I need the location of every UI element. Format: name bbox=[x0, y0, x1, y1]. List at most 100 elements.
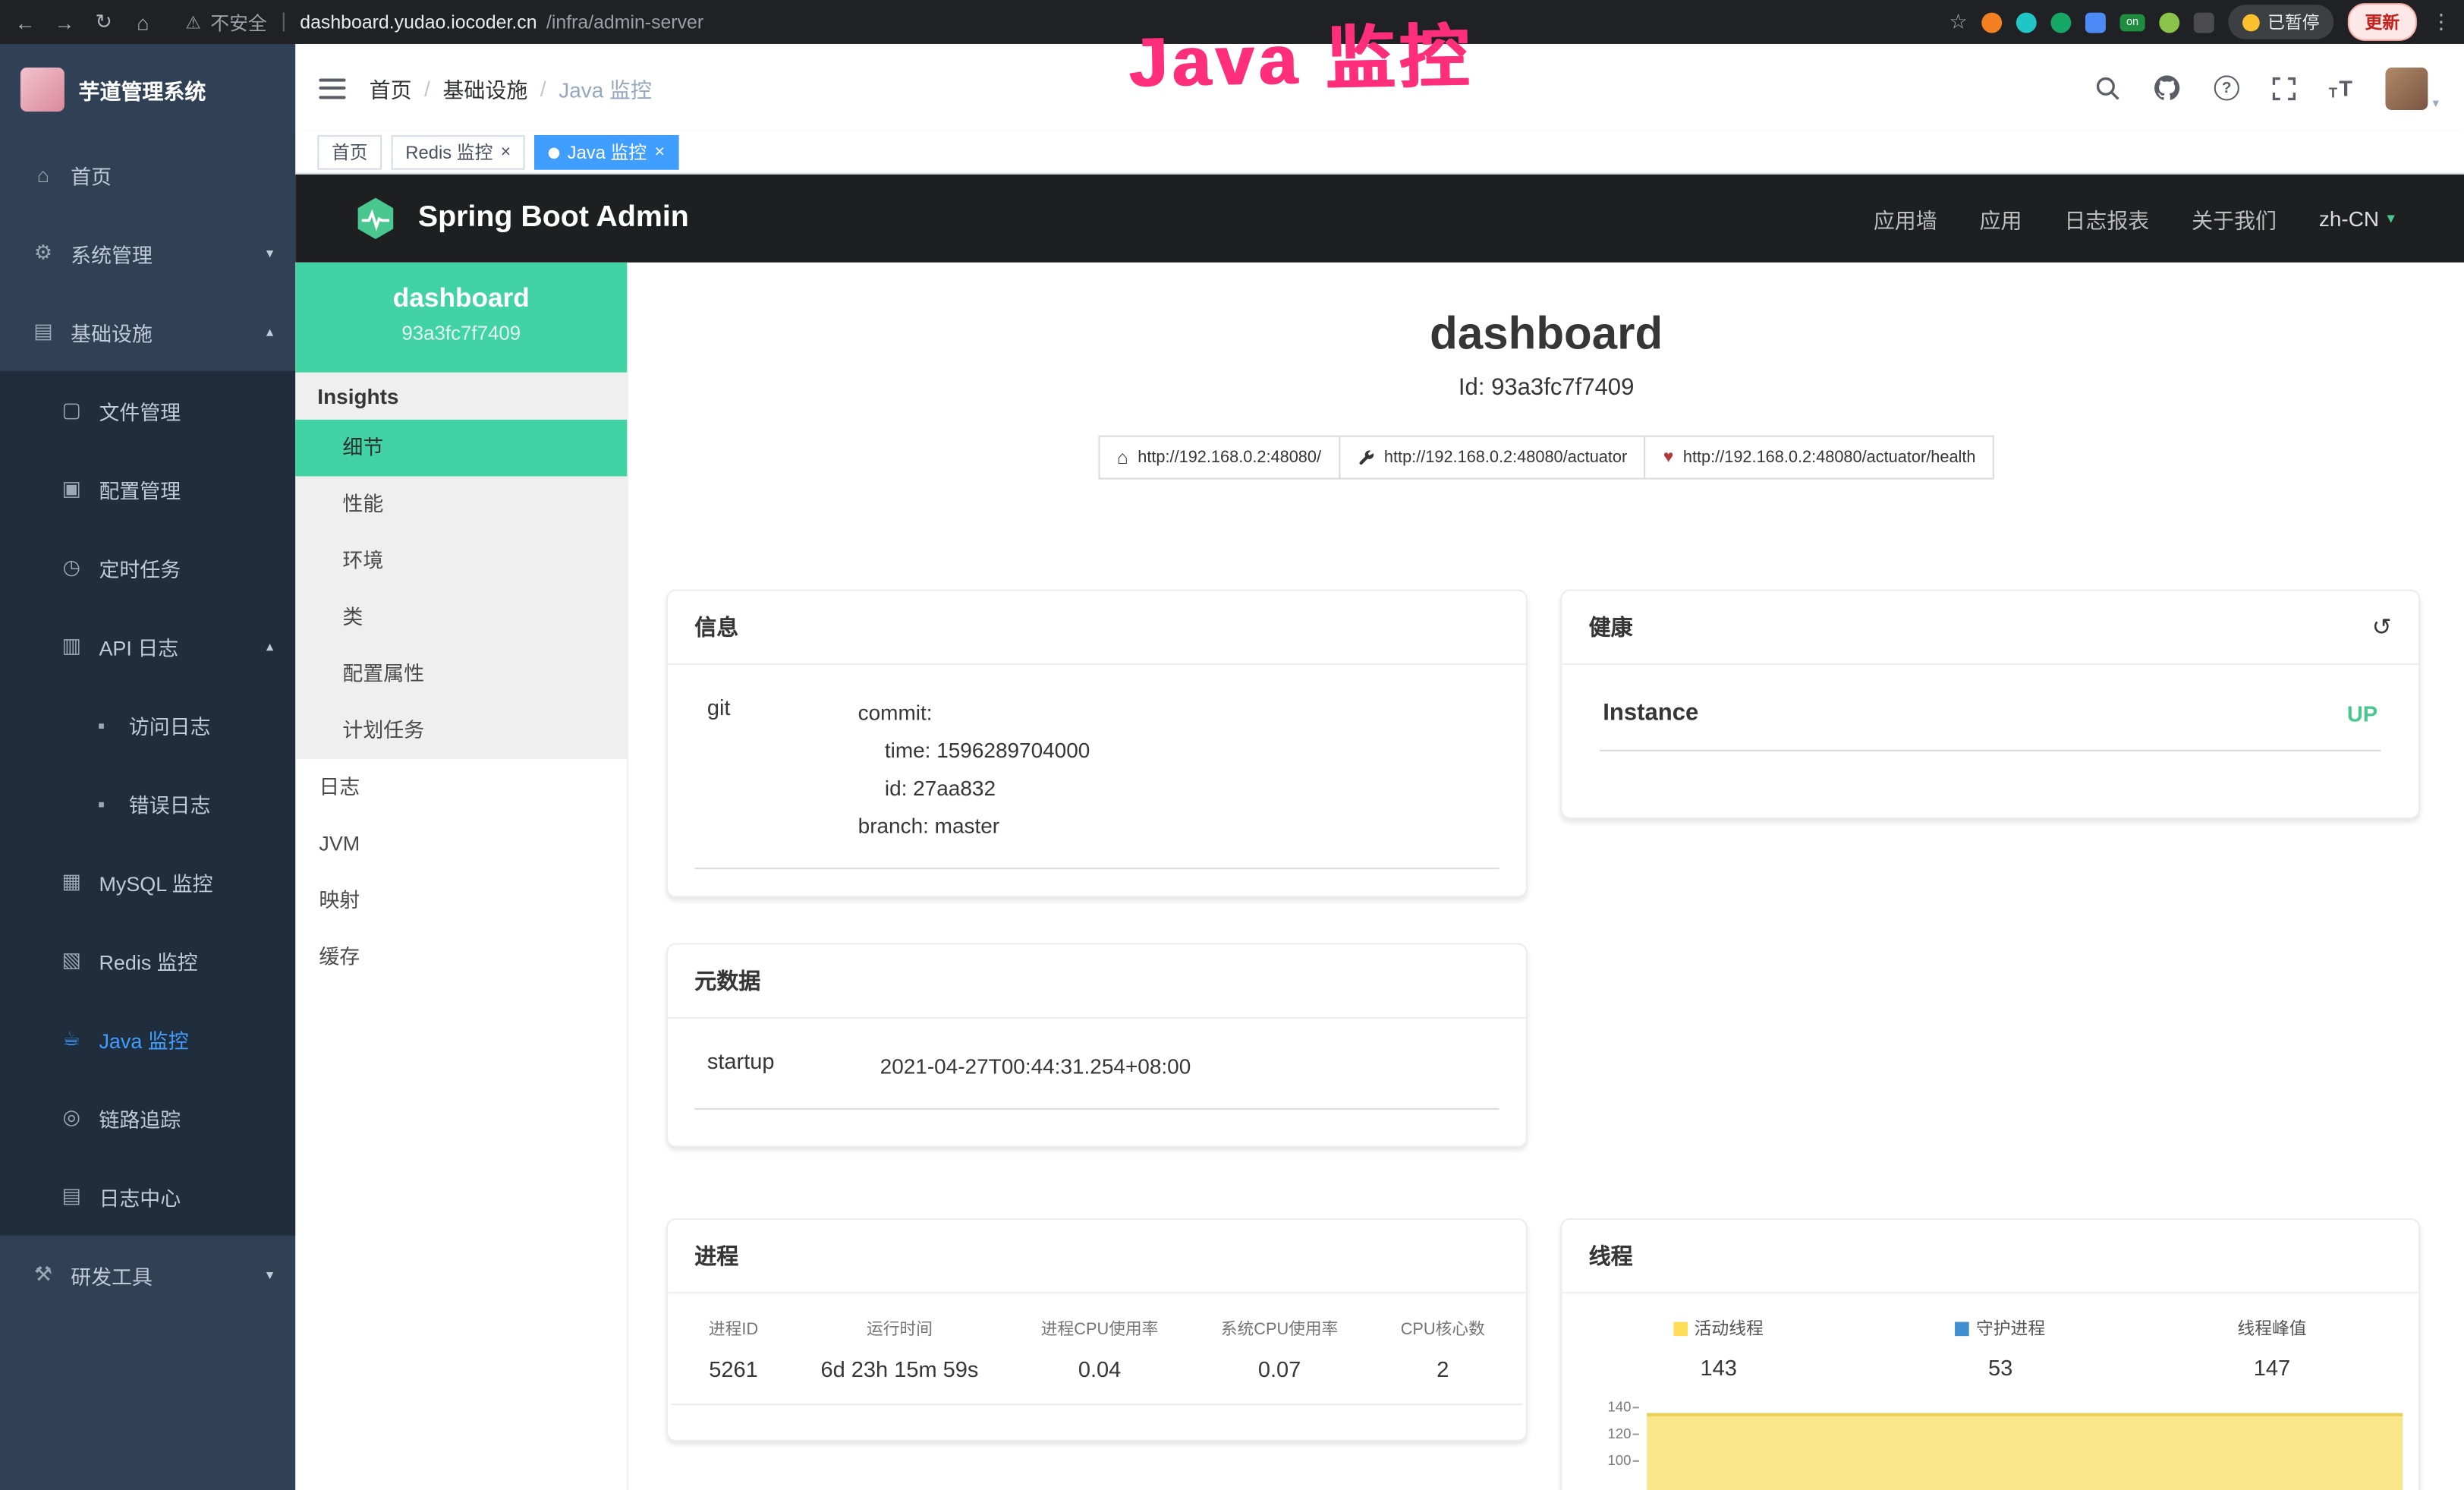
locale-select[interactable]: zh-CN ▾ bbox=[2319, 206, 2395, 230]
sidebar-item-files[interactable]: ▢ 文件管理 bbox=[0, 371, 295, 450]
tab-java[interactable]: Java 监控 × bbox=[534, 135, 678, 170]
extension-icon[interactable] bbox=[2159, 12, 2179, 33]
sba-logo-icon bbox=[352, 195, 399, 242]
sidebar-item-label: 错误日志 bbox=[129, 789, 211, 818]
font-size-icon[interactable]: TT bbox=[2329, 75, 2352, 100]
process-col: 进程ID 5261 bbox=[709, 1317, 758, 1381]
close-icon[interactable]: × bbox=[501, 143, 511, 161]
sba-item-configprops[interactable]: 配置属性 bbox=[295, 646, 627, 703]
paused-label: 已暂停 bbox=[2267, 9, 2319, 34]
tab-home[interactable]: 首页 bbox=[317, 135, 382, 170]
sidebar-item-jobs[interactable]: ◷ 定时任务 bbox=[0, 528, 295, 607]
info-card-title: 信息 bbox=[694, 612, 738, 643]
legend-live: 活动线程 143 bbox=[1674, 1315, 1764, 1380]
wrench-icon bbox=[1358, 449, 1375, 466]
sba-item-caches[interactable]: 缓存 bbox=[295, 929, 627, 986]
search-icon[interactable] bbox=[2094, 75, 2119, 100]
extension-on-icon[interactable]: on bbox=[2120, 14, 2145, 31]
sidebar-item-error-log[interactable]: ▪ 错误日志 bbox=[0, 764, 295, 843]
insights-group: Insights 细节 性能 环境 类 配置属性 计划任务 bbox=[295, 373, 627, 759]
back-icon[interactable]: ← bbox=[13, 10, 38, 33]
sidebar-item-access-log[interactable]: ▪ 访问日志 bbox=[0, 685, 295, 764]
extension-icon[interactable] bbox=[2016, 12, 2037, 33]
sba-item-details[interactable]: 细节 bbox=[295, 420, 627, 477]
sba-item-jvm[interactable]: JVM bbox=[295, 816, 627, 873]
screen: ← → ↻ ⌂ ⚠ 不安全 dashboard.yudao.iocoder.cn… bbox=[0, 0, 2464, 1490]
heart-icon: ♥ bbox=[1663, 448, 1674, 467]
insights-label: Insights bbox=[295, 373, 627, 420]
browser-home-icon[interactable]: ⌂ bbox=[131, 10, 156, 33]
update-button[interactable]: 更新 bbox=[2348, 3, 2417, 41]
sidebar-item-devtools[interactable]: ⚒ 研发工具 ▾ bbox=[0, 1236, 295, 1315]
sba-nav-journal[interactable]: 日志报表 bbox=[2064, 203, 2149, 234]
mysql-icon: ▦ bbox=[58, 869, 85, 894]
address-bar[interactable]: ⚠ 不安全 dashboard.yudao.iocoder.cn/infra/a… bbox=[185, 8, 1935, 35]
user-avatar[interactable]: ▾ bbox=[2385, 67, 2438, 109]
emoji-icon bbox=[2242, 14, 2260, 31]
extension-icon[interactable] bbox=[2085, 12, 2106, 33]
bookmark-icon[interactable]: ☆ bbox=[1949, 9, 1968, 34]
sidebar-item-log-center[interactable]: ▤ 日志中心 bbox=[0, 1157, 295, 1236]
health-card: 健康 ↺ Instance UP bbox=[1560, 590, 2420, 819]
sba-nav-wallboard[interactable]: 应用墙 bbox=[1874, 203, 1937, 234]
sba-item-env[interactable]: 环境 bbox=[295, 533, 627, 590]
avatar bbox=[2385, 67, 2428, 109]
sba-item-mappings[interactable]: 映射 bbox=[295, 872, 627, 929]
gear-icon: ⚙ bbox=[30, 241, 56, 266]
breadcrumb-infra[interactable]: 基础设施 bbox=[442, 72, 527, 103]
sba-main: dashboard Id: 93a3fc7f7409 ⌂ http://192.… bbox=[628, 263, 2464, 1490]
sba-item-logs[interactable]: 日志 bbox=[295, 759, 627, 816]
page-title: dashboard bbox=[628, 310, 2464, 361]
sidebar-item-label: Java 监控 bbox=[99, 1024, 188, 1054]
doc-icon: ▪ bbox=[88, 713, 115, 736]
sba-nav-applications[interactable]: 应用 bbox=[1980, 203, 2022, 234]
help-icon[interactable]: ? bbox=[2214, 75, 2239, 100]
actuator-url-button[interactable]: http://192.168.0.2:48080/actuator bbox=[1339, 436, 1646, 480]
sidebar-item-api-log[interactable]: ▥ API 日志 ▴ bbox=[0, 606, 295, 685]
sidebar-item-label: MySQL 监控 bbox=[99, 867, 212, 896]
home-icon: ⌂ bbox=[1117, 446, 1128, 468]
sba-item-classes[interactable]: 类 bbox=[295, 590, 627, 647]
navbar-actions: ? TT ▾ bbox=[2094, 67, 2439, 109]
legend-color-icon bbox=[1674, 1321, 1688, 1336]
process-col: 系统CPU使用率 0.07 bbox=[1221, 1317, 1339, 1381]
api-log-icon: ▥ bbox=[58, 634, 85, 659]
extension-icon[interactable] bbox=[2194, 12, 2214, 33]
paused-badge[interactable]: 已暂停 bbox=[2228, 5, 2333, 39]
fullscreen-icon[interactable] bbox=[2272, 76, 2296, 99]
instance-box[interactable]: dashboard 93a3fc7f7409 bbox=[295, 263, 627, 373]
extension-icon[interactable] bbox=[1981, 12, 2002, 33]
sba-brand[interactable]: Spring Boot Admin bbox=[352, 195, 689, 242]
sba-nav-about[interactable]: 关于我们 bbox=[2192, 203, 2277, 234]
forward-icon[interactable]: → bbox=[52, 10, 77, 33]
tab-redis[interactable]: Redis 监控 × bbox=[392, 135, 525, 170]
sidebar-item-infra[interactable]: ▤ 基础设施 ▴ bbox=[0, 292, 295, 371]
sba-item-scheduled[interactable]: 计划任务 bbox=[295, 703, 627, 760]
health-url-button[interactable]: ♥ http://192.168.0.2:48080/actuator/heal… bbox=[1644, 436, 1994, 480]
github-icon[interactable] bbox=[2153, 74, 2181, 102]
sidebar-item-trace[interactable]: ◎ 链路追踪 bbox=[0, 1079, 295, 1158]
sidebar-item-label: 首页 bbox=[71, 159, 112, 189]
app-logo-row[interactable]: 芋道管理系统 bbox=[0, 44, 295, 135]
sidebar-item-home[interactable]: ⌂ 首页 bbox=[0, 135, 295, 214]
breadcrumb-home[interactable]: 首页 bbox=[370, 72, 412, 103]
sidebar-item-redis[interactable]: ▧ Redis 监控 bbox=[0, 921, 295, 1000]
sidebar-item-system[interactable]: ⚙ 系统管理 ▾ bbox=[0, 214, 295, 293]
sba-item-metrics[interactable]: 性能 bbox=[295, 476, 627, 533]
tools-icon: ⚒ bbox=[30, 1262, 56, 1287]
close-icon[interactable]: × bbox=[655, 143, 665, 161]
reload-icon[interactable]: ↻ bbox=[91, 9, 116, 34]
admin-sidebar: 芋道管理系统 ⌂ 首页 ⚙ 系统管理 ▾ ▤ 基础设施 ▴ ▢ 文件管理 ▣ 配… bbox=[0, 44, 295, 1490]
history-icon[interactable]: ↺ bbox=[2372, 613, 2392, 641]
sidebar-item-mysql[interactable]: ▦ MySQL 监控 bbox=[0, 843, 295, 921]
sidebar-item-java[interactable]: ☕ Java 监控 bbox=[0, 1000, 295, 1079]
hamburger-icon[interactable] bbox=[319, 78, 345, 99]
sidebar-item-label: 配置管理 bbox=[99, 474, 181, 503]
menu-kebab-icon[interactable]: ⋮ bbox=[2431, 9, 2452, 34]
live-threads-area bbox=[1647, 1413, 2403, 1490]
url-host: dashboard.yudao.iocoder.cn bbox=[300, 11, 537, 33]
service-url-button[interactable]: ⌂ http://192.168.0.2:48080/ bbox=[1098, 436, 1340, 480]
health-row: Instance UP bbox=[1600, 665, 2381, 751]
sidebar-item-config[interactable]: ▣ 配置管理 bbox=[0, 449, 295, 528]
extension-icon[interactable] bbox=[2050, 12, 2071, 33]
